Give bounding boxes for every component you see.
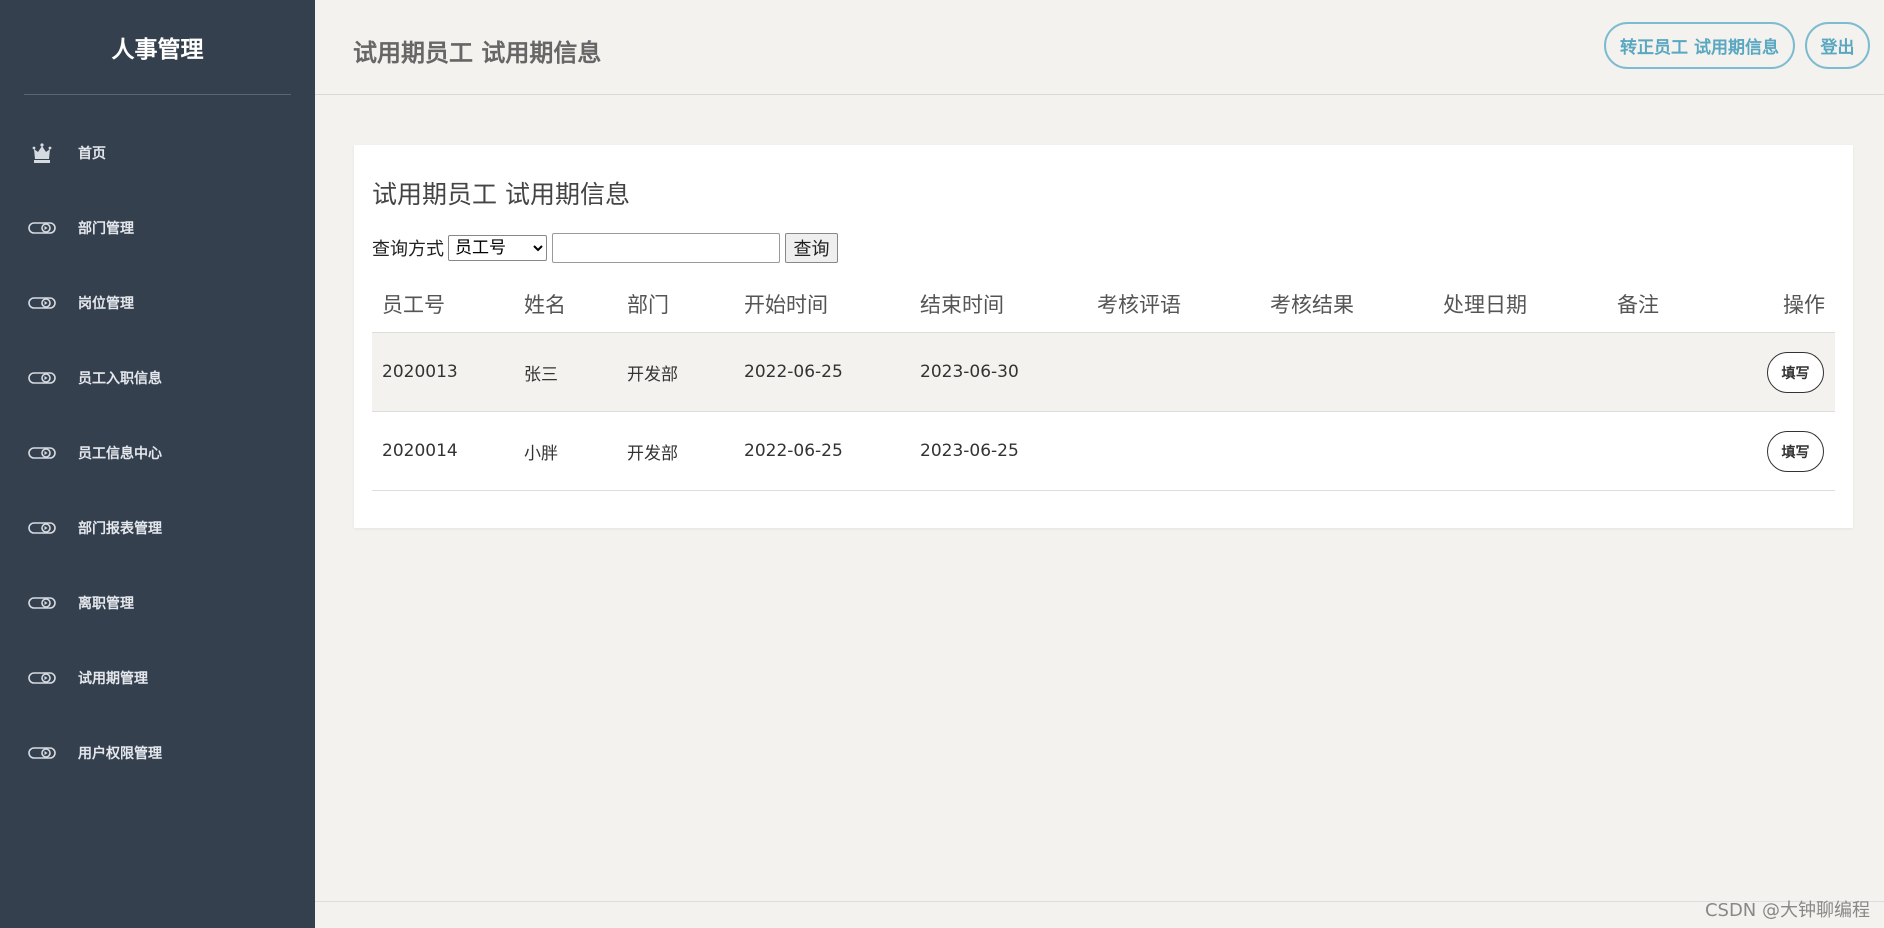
regular-employee-info-button[interactable]: 转正员工 试用期信息 — [1604, 22, 1795, 69]
sidebar-item-resignation[interactable]: 离职管理 — [0, 565, 315, 640]
sidebar-item-label: 员工信息中心 — [78, 445, 162, 462]
toggle-arrow-icon — [28, 742, 56, 764]
column-header: 处理日期 — [1443, 292, 1527, 317]
sidebar-item-permissions[interactable]: 用户权限管理 — [0, 715, 315, 790]
search-mode-label: 查询方式 — [372, 239, 444, 260]
cell-end-date: 2023-06-30 — [920, 362, 1019, 382]
column-header: 备注 — [1617, 292, 1659, 317]
cell-end-date: 2023-06-25 — [920, 441, 1019, 461]
cell-department: 开发部 — [627, 443, 678, 464]
sidebar-item-label: 首页 — [78, 145, 106, 162]
search-button[interactable]: 查询 — [785, 233, 838, 263]
search-mode-select[interactable]: 员工号 — [448, 235, 547, 261]
content-card: 试用期员工 试用期信息 查询方式 员工号 查询 员工号 姓名 部门 开始时间 结… — [354, 145, 1853, 528]
toggle-arrow-icon — [28, 667, 56, 689]
cell-start-date: 2022-06-25 — [744, 362, 843, 382]
watermark: CSDN @大钟聊编程 — [1704, 900, 1870, 921]
cell-employee-id: 2020014 — [382, 441, 458, 461]
column-header: 开始时间 — [744, 292, 828, 317]
brand-divider — [24, 94, 291, 95]
column-header: 部门 — [627, 292, 669, 317]
sidebar-item-department[interactable]: 部门管理 — [0, 190, 315, 265]
sidebar-item-label: 部门管理 — [78, 220, 134, 237]
sidebar-item-label: 员工入职信息 — [78, 370, 162, 387]
table-row: 2020013 张三 开发部 2022-06-25 2023-06-30 填写 — [372, 333, 1835, 412]
sidebar-item-employee-center[interactable]: 员工信息中心 — [0, 415, 315, 490]
card-title: 试用期员工 试用期信息 — [372, 180, 630, 209]
page-title: 试用期员工 试用期信息 — [353, 39, 602, 67]
sidebar-item-home[interactable]: 首页 — [0, 115, 315, 190]
column-header: 考核结果 — [1270, 292, 1354, 317]
toggle-arrow-icon — [28, 367, 56, 389]
crown-icon — [28, 142, 56, 164]
sidebar-item-label: 岗位管理 — [78, 295, 134, 312]
brand-title: 人事管理 — [111, 37, 204, 63]
top-header: 试用期员工 试用期信息 转正员工 试用期信息 登出 — [315, 0, 1884, 95]
sidebar-item-label: 试用期管理 — [78, 670, 148, 687]
toggle-arrow-icon — [28, 442, 56, 464]
column-header: 姓名 — [524, 292, 566, 317]
sidebar-item-probation[interactable]: 试用期管理 — [0, 640, 315, 715]
sidebar-item-label: 部门报表管理 — [78, 520, 162, 537]
table-row: 2020014 小胖 开发部 2022-06-25 2023-06-25 填写 — [372, 412, 1835, 491]
sidebar-item-position[interactable]: 岗位管理 — [0, 265, 315, 340]
sidebar-item-onboarding[interactable]: 员工入职信息 — [0, 340, 315, 415]
toggle-arrow-icon — [28, 517, 56, 539]
search-input[interactable] — [552, 233, 780, 263]
toggle-arrow-icon — [28, 592, 56, 614]
column-header: 操作 — [1783, 292, 1825, 317]
footer-divider — [315, 901, 1884, 902]
sidebar: 人事管理 首页 部门管理 岗位管理 员工入职信息 员工信息中心 部门报表管理 离… — [0, 0, 315, 928]
sidebar-item-label: 离职管理 — [78, 595, 134, 612]
sidebar-item-dept-reports[interactable]: 部门报表管理 — [0, 490, 315, 565]
fill-button[interactable]: 填写 — [1767, 352, 1824, 393]
column-header: 员工号 — [382, 292, 445, 317]
sidebar-item-label: 用户权限管理 — [78, 745, 162, 762]
column-header: 结束时间 — [920, 292, 1004, 317]
probation-table: 员工号 姓名 部门 开始时间 结束时间 考核评语 考核结果 处理日期 备注 操作… — [372, 275, 1835, 491]
sidebar-nav: 首页 部门管理 岗位管理 员工入职信息 员工信息中心 部门报表管理 离职管理 试… — [0, 115, 315, 790]
fill-button[interactable]: 填写 — [1767, 431, 1824, 472]
toggle-arrow-icon — [28, 292, 56, 314]
search-bar: 查询方式 员工号 查询 — [372, 233, 838, 263]
cell-department: 开发部 — [627, 364, 678, 385]
logout-button[interactable]: 登出 — [1805, 22, 1870, 69]
cell-employee-id: 2020013 — [382, 362, 458, 382]
cell-name: 张三 — [524, 364, 558, 385]
toggle-arrow-icon — [28, 217, 56, 239]
table-header: 员工号 姓名 部门 开始时间 结束时间 考核评语 考核结果 处理日期 备注 操作 — [372, 275, 1835, 333]
cell-start-date: 2022-06-25 — [744, 441, 843, 461]
column-header: 考核评语 — [1097, 292, 1181, 317]
cell-name: 小胖 — [524, 443, 558, 464]
